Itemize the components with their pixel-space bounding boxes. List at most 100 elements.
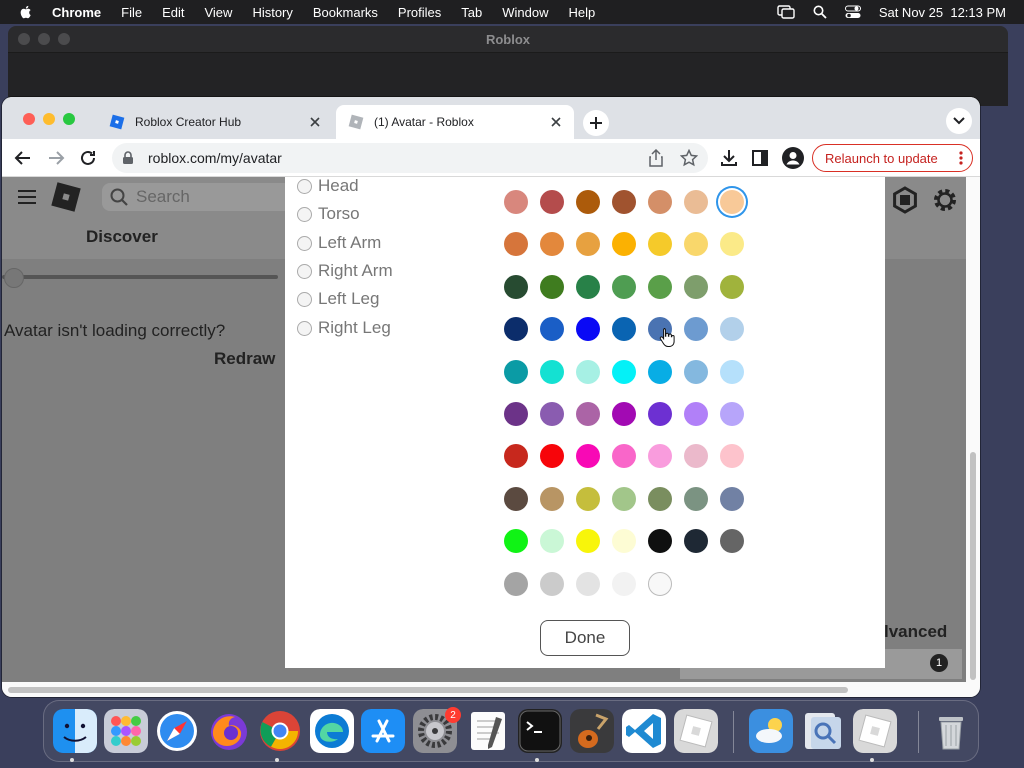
color-swatch[interactable] [576, 402, 600, 426]
horizontal-scrollbar[interactable] [2, 682, 966, 697]
chrome-icon[interactable] [258, 709, 302, 753]
color-swatch[interactable] [648, 232, 672, 257]
radio-button[interactable] [297, 263, 312, 279]
close-window-button[interactable] [23, 113, 35, 125]
color-swatch[interactable] [540, 444, 564, 469]
color-swatch[interactable] [684, 274, 708, 299]
minimize-window-button[interactable] [43, 113, 55, 125]
robux-icon[interactable] [890, 185, 920, 215]
address-bar[interactable]: roblox.com/my/avatar [112, 143, 708, 173]
color-swatch[interactable] [684, 317, 708, 342]
menu-tab[interactable]: Tab [461, 5, 482, 20]
vscode-icon[interactable] [622, 709, 666, 753]
color-swatch[interactable] [684, 529, 708, 554]
color-swatch[interactable] [612, 190, 636, 214]
color-swatch[interactable] [504, 486, 528, 511]
color-swatch[interactable] [576, 359, 600, 384]
color-swatch[interactable] [504, 190, 528, 214]
color-swatch[interactable] [612, 529, 636, 554]
tab-avatar-roblox[interactable]: (1) Avatar - Roblox [336, 105, 574, 139]
color-swatch[interactable] [576, 444, 600, 469]
color-swatch[interactable] [504, 571, 528, 596]
radio-button[interactable] [297, 206, 312, 222]
launchpad-icon[interactable] [104, 709, 148, 753]
color-swatch[interactable] [612, 571, 636, 596]
gear-icon[interactable] [930, 185, 960, 215]
color-swatch[interactable] [504, 232, 528, 257]
garageband-icon[interactable] [570, 709, 614, 753]
menu-view[interactable]: View [204, 5, 232, 20]
color-swatch[interactable] [504, 274, 528, 299]
radio-button[interactable] [297, 235, 312, 251]
color-swatch[interactable] [720, 402, 744, 426]
color-swatch[interactable] [684, 232, 708, 257]
color-swatch[interactable] [612, 317, 636, 342]
hamburger-menu-icon[interactable] [16, 189, 38, 205]
color-swatch[interactable] [576, 529, 600, 554]
color-swatch[interactable] [684, 402, 708, 426]
color-swatch[interactable] [540, 486, 564, 511]
scale-slider-thumb[interactable] [4, 268, 24, 288]
color-swatch[interactable] [684, 190, 708, 214]
roblox-studio-icon[interactable] [853, 709, 897, 753]
color-swatch[interactable] [576, 190, 600, 214]
screen-mirroring-icon[interactable] [777, 5, 795, 19]
color-swatch[interactable] [648, 444, 672, 469]
side-panel-icon[interactable] [752, 150, 768, 166]
color-swatch[interactable] [576, 232, 600, 257]
color-swatch[interactable] [720, 529, 744, 554]
download-icon[interactable] [720, 149, 738, 167]
color-swatch[interactable] [504, 317, 528, 342]
color-swatch[interactable] [504, 359, 528, 384]
menu-history[interactable]: History [252, 5, 292, 20]
color-swatch[interactable] [648, 529, 672, 554]
profile-avatar-icon[interactable] [782, 147, 804, 169]
textedit-icon[interactable] [466, 709, 510, 753]
trash-icon[interactable] [929, 709, 973, 753]
reload-icon[interactable] [79, 149, 97, 167]
app-store-icon[interactable] [361, 709, 405, 753]
more-vertical-icon[interactable] [959, 151, 963, 165]
color-swatch[interactable] [720, 444, 744, 469]
color-swatch[interactable] [684, 359, 708, 384]
body-part-right-leg[interactable]: Right Leg [297, 317, 391, 339]
back-arrow-icon[interactable] [14, 149, 32, 167]
color-swatch[interactable] [720, 190, 744, 214]
firefox-icon[interactable] [207, 709, 251, 753]
color-swatch[interactable] [504, 402, 528, 426]
radio-button[interactable] [297, 178, 312, 194]
close-tab-icon[interactable] [307, 114, 323, 130]
body-part-left-leg[interactable]: Left Leg [297, 288, 379, 310]
color-swatch[interactable] [540, 529, 564, 554]
color-swatch[interactable] [648, 359, 672, 384]
share-icon[interactable] [648, 149, 664, 167]
tab-search-button[interactable] [946, 108, 972, 134]
color-swatch[interactable] [612, 274, 636, 299]
color-swatch[interactable] [720, 359, 744, 384]
menu-clock[interactable]: Sat Nov 25 12:13 PM [879, 5, 1006, 20]
redraw-button[interactable]: Redraw [214, 349, 275, 369]
finder-icon[interactable] [53, 709, 97, 753]
spotlight-search-icon[interactable] [813, 5, 827, 19]
body-part-torso[interactable]: Torso [297, 203, 360, 225]
menu-window[interactable]: Window [502, 5, 548, 20]
color-swatch[interactable] [612, 486, 636, 511]
relaunch-to-update-button[interactable]: Relaunch to update [812, 144, 973, 172]
color-swatch[interactable] [540, 232, 564, 257]
color-swatch[interactable] [612, 444, 636, 469]
done-button[interactable]: Done [540, 620, 630, 656]
color-swatch[interactable] [612, 232, 636, 257]
close-tab-icon[interactable] [548, 114, 564, 130]
color-swatch[interactable] [684, 444, 708, 469]
color-swatch[interactable] [648, 486, 672, 511]
bookmark-star-icon[interactable] [680, 149, 698, 167]
menu-file[interactable]: File [121, 5, 142, 20]
roblox-logo-icon[interactable] [51, 182, 81, 212]
forward-arrow-icon[interactable] [47, 149, 65, 167]
nav-discover[interactable]: Discover [86, 227, 158, 247]
color-swatch[interactable] [720, 232, 744, 257]
vertical-scroll-thumb[interactable] [970, 452, 976, 680]
color-swatch[interactable] [540, 359, 564, 384]
color-swatch[interactable] [540, 190, 564, 214]
color-swatch[interactable] [576, 274, 600, 299]
